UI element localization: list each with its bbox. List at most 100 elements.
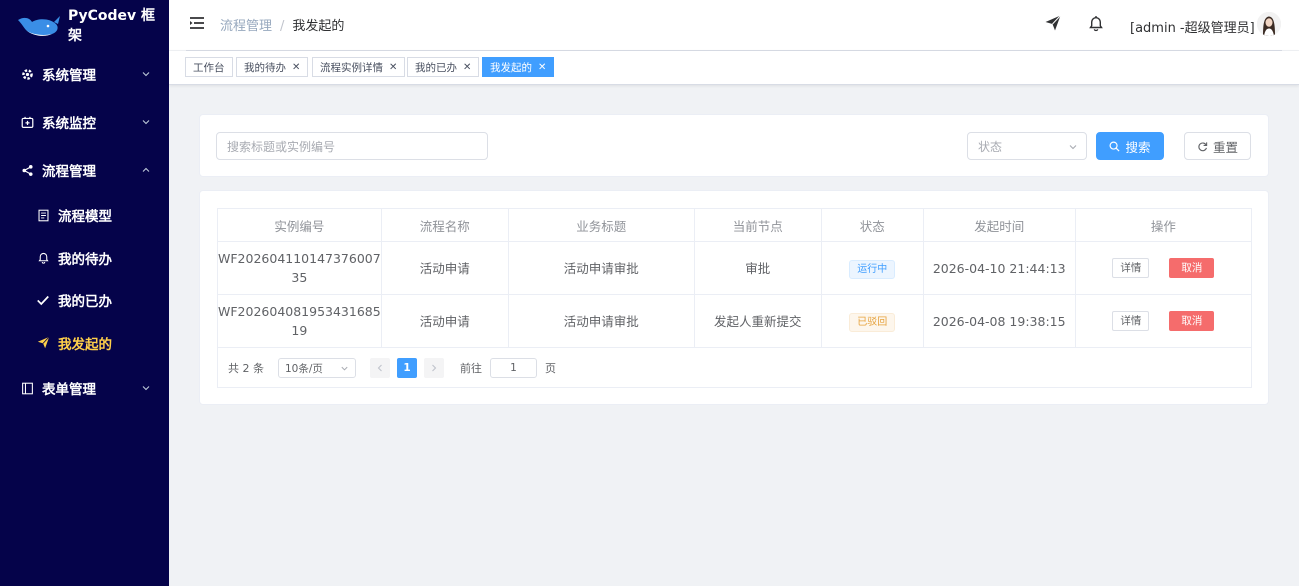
search-input-placeholder: 搜索标题或实例编号 <box>227 139 336 154</box>
sidebar-subitem-process-model[interactable]: 流程模型 <box>0 194 169 237</box>
breadcrumb-item[interactable]: 流程管理 <box>220 19 272 34</box>
reset-button[interactable]: 重置 <box>1184 132 1251 160</box>
tag-label: 工作台 <box>193 61 225 74</box>
status-select[interactable]: 状态 <box>967 132 1087 160</box>
tag-label: 流程实例详情 <box>320 61 383 74</box>
table-row: WF202604081953431685 19 活动申请 活动申请审批 发起人重… <box>217 294 1253 348</box>
chevron-down-icon <box>142 72 150 77</box>
search-panel: 搜索标题或实例编号 状态 搜索 重置 <box>199 114 1269 177</box>
sidebar-item-label: 系统监控 <box>42 116 96 132</box>
cell-actions: 详情 取消 <box>1074 241 1253 295</box>
chevron-down-icon <box>142 386 150 391</box>
sidebar-item-system[interactable]: 系统管理 <box>0 50 169 98</box>
cell-actions: 详情 取消 <box>1074 294 1253 348</box>
page-size-value: 10条/页 <box>285 362 323 375</box>
bell-icon[interactable] <box>1087 14 1105 32</box>
cell-instance-id: WF202604081953431685 19 <box>217 294 382 348</box>
sidebar-subitem-label: 我的待办 <box>58 251 112 268</box>
sidebar: PyCodev 框架 系统管理 系统监控 流程管理 流程模型 我的待办 我的已办… <box>0 0 169 586</box>
header: 流程管理 / 我发起的 [admin -超级管理员] <box>169 0 1299 50</box>
avatar[interactable] <box>1257 12 1281 36</box>
search-icon <box>1109 141 1120 152</box>
page-number-current[interactable]: 1 <box>397 358 417 378</box>
status-select-placeholder: 状态 <box>978 139 1003 154</box>
instance-id-line: 35 <box>291 270 308 285</box>
sidebar-item-monitor[interactable]: 系统监控 <box>0 98 169 146</box>
send-icon[interactable] <box>1044 14 1062 32</box>
send-icon <box>36 336 50 350</box>
search-button-label: 搜索 <box>1125 139 1151 155</box>
app-name: PyCodev 框架 <box>67 8 156 44</box>
instance-id-line: 19 <box>291 323 308 338</box>
sidebar-item-label: 流程管理 <box>42 164 96 180</box>
close-icon[interactable]: ✕ <box>389 62 397 73</box>
pagination: 共 2 条 10条/页 1 前往 1 页 <box>228 358 556 378</box>
bell-icon <box>36 251 50 265</box>
tag-todo[interactable]: 我的待办 ✕ <box>236 57 309 77</box>
instance-id-line: WF202604110147376007 <box>218 251 381 266</box>
cell-current-node: 审批 <box>693 241 822 295</box>
logo[interactable]: PyCodev 框架 <box>0 0 169 50</box>
user-name[interactable]: [admin -超级管理员] <box>1130 17 1255 36</box>
detail-button[interactable]: 详情 <box>1112 258 1150 279</box>
whale-logo-icon <box>17 16 60 36</box>
menu-fold-icon[interactable] <box>189 16 205 30</box>
breadcrumb-separator: / <box>280 19 285 34</box>
sidebar-subitem-label: 我发起的 <box>58 336 112 353</box>
sidebar-subitem-todo[interactable]: 我的待办 <box>0 237 169 280</box>
form-icon <box>20 381 34 395</box>
sidebar-subitem-label: 流程模型 <box>58 209 112 226</box>
column-header: 当前节点 <box>693 208 822 242</box>
page-unit-label: 页 <box>545 362 556 375</box>
search-button[interactable]: 搜索 <box>1096 132 1164 160</box>
cell-current-node: 发起人重新提交 <box>693 294 822 348</box>
cell-business-title: 活动申请审批 <box>507 241 695 295</box>
cancel-button[interactable]: 取消 <box>1169 311 1215 332</box>
sidebar-subitem-done[interactable]: 我的已办 <box>0 279 169 322</box>
close-icon[interactable]: ✕ <box>292 62 300 73</box>
close-icon[interactable]: ✕ <box>463 62 471 73</box>
cell-status: 运行中 <box>820 241 924 295</box>
column-header: 发起时间 <box>922 208 1076 242</box>
goto-page-input[interactable]: 1 <box>490 358 537 378</box>
cell-business-title: 活动申请审批 <box>507 294 695 348</box>
cell-status: 已驳回 <box>820 294 924 348</box>
next-page-button[interactable] <box>424 358 444 378</box>
search-input[interactable]: 搜索标题或实例编号 <box>216 132 488 160</box>
column-header: 业务标题 <box>507 208 695 242</box>
detail-button[interactable]: 详情 <box>1112 311 1150 332</box>
sidebar-item-workflow[interactable]: 流程管理 <box>0 146 169 194</box>
tag-label: 我的待办 <box>244 61 286 74</box>
chevron-right-icon <box>432 364 437 372</box>
instances-table: 实例编号 流程名称 业务标题 当前节点 状态 发起时间 操作 WF2026041… <box>217 208 1253 348</box>
sidebar-item-form[interactable]: 表单管理 <box>0 364 169 412</box>
chevron-up-icon <box>142 167 150 172</box>
breadcrumb-current: 我发起的 <box>292 19 345 34</box>
tag-dashboard[interactable]: 工作台 <box>185 57 233 77</box>
tag-instance-detail[interactable]: 流程实例详情 ✕ <box>312 57 406 77</box>
cancel-button[interactable]: 取消 <box>1169 258 1215 279</box>
close-icon[interactable]: ✕ <box>538 62 546 73</box>
cell-start-time: 2026-04-08 19:38:15 <box>922 294 1076 348</box>
cell-instance-id: WF202604110147376007 35 <box>217 241 382 295</box>
page-size-select[interactable]: 10条/页 <box>278 358 356 378</box>
tag-done[interactable]: 我的已办 ✕ <box>407 57 480 77</box>
tag-label: 我的已办 <box>415 61 457 74</box>
cell-process-name: 活动申请 <box>380 294 509 348</box>
table-row: WF202604110147376007 35 活动申请 活动申请审批 审批 运… <box>217 241 1253 295</box>
sidebar-item-label: 表单管理 <box>42 382 96 398</box>
cell-start-time: 2026-04-10 21:44:13 <box>922 241 1076 295</box>
table-panel: 实例编号 流程名称 业务标题 当前节点 状态 发起时间 操作 WF2026041… <box>199 190 1269 405</box>
tag-initiated[interactable]: 我发起的 ✕ <box>482 57 555 77</box>
goto-label: 前往 <box>460 362 482 375</box>
chevron-down-icon <box>142 120 150 125</box>
column-header: 实例编号 <box>217 208 382 242</box>
status-badge: 已驳回 <box>849 312 896 332</box>
chevron-down-icon <box>341 366 348 371</box>
refresh-icon <box>1198 141 1208 151</box>
chevron-left-icon <box>377 364 382 372</box>
prev-page-button[interactable] <box>370 358 390 378</box>
table-header-row: 实例编号 流程名称 业务标题 当前节点 状态 发起时间 操作 <box>217 208 1253 242</box>
column-header: 状态 <box>820 208 924 242</box>
sidebar-subitem-initiated[interactable]: 我发起的 <box>0 322 169 365</box>
